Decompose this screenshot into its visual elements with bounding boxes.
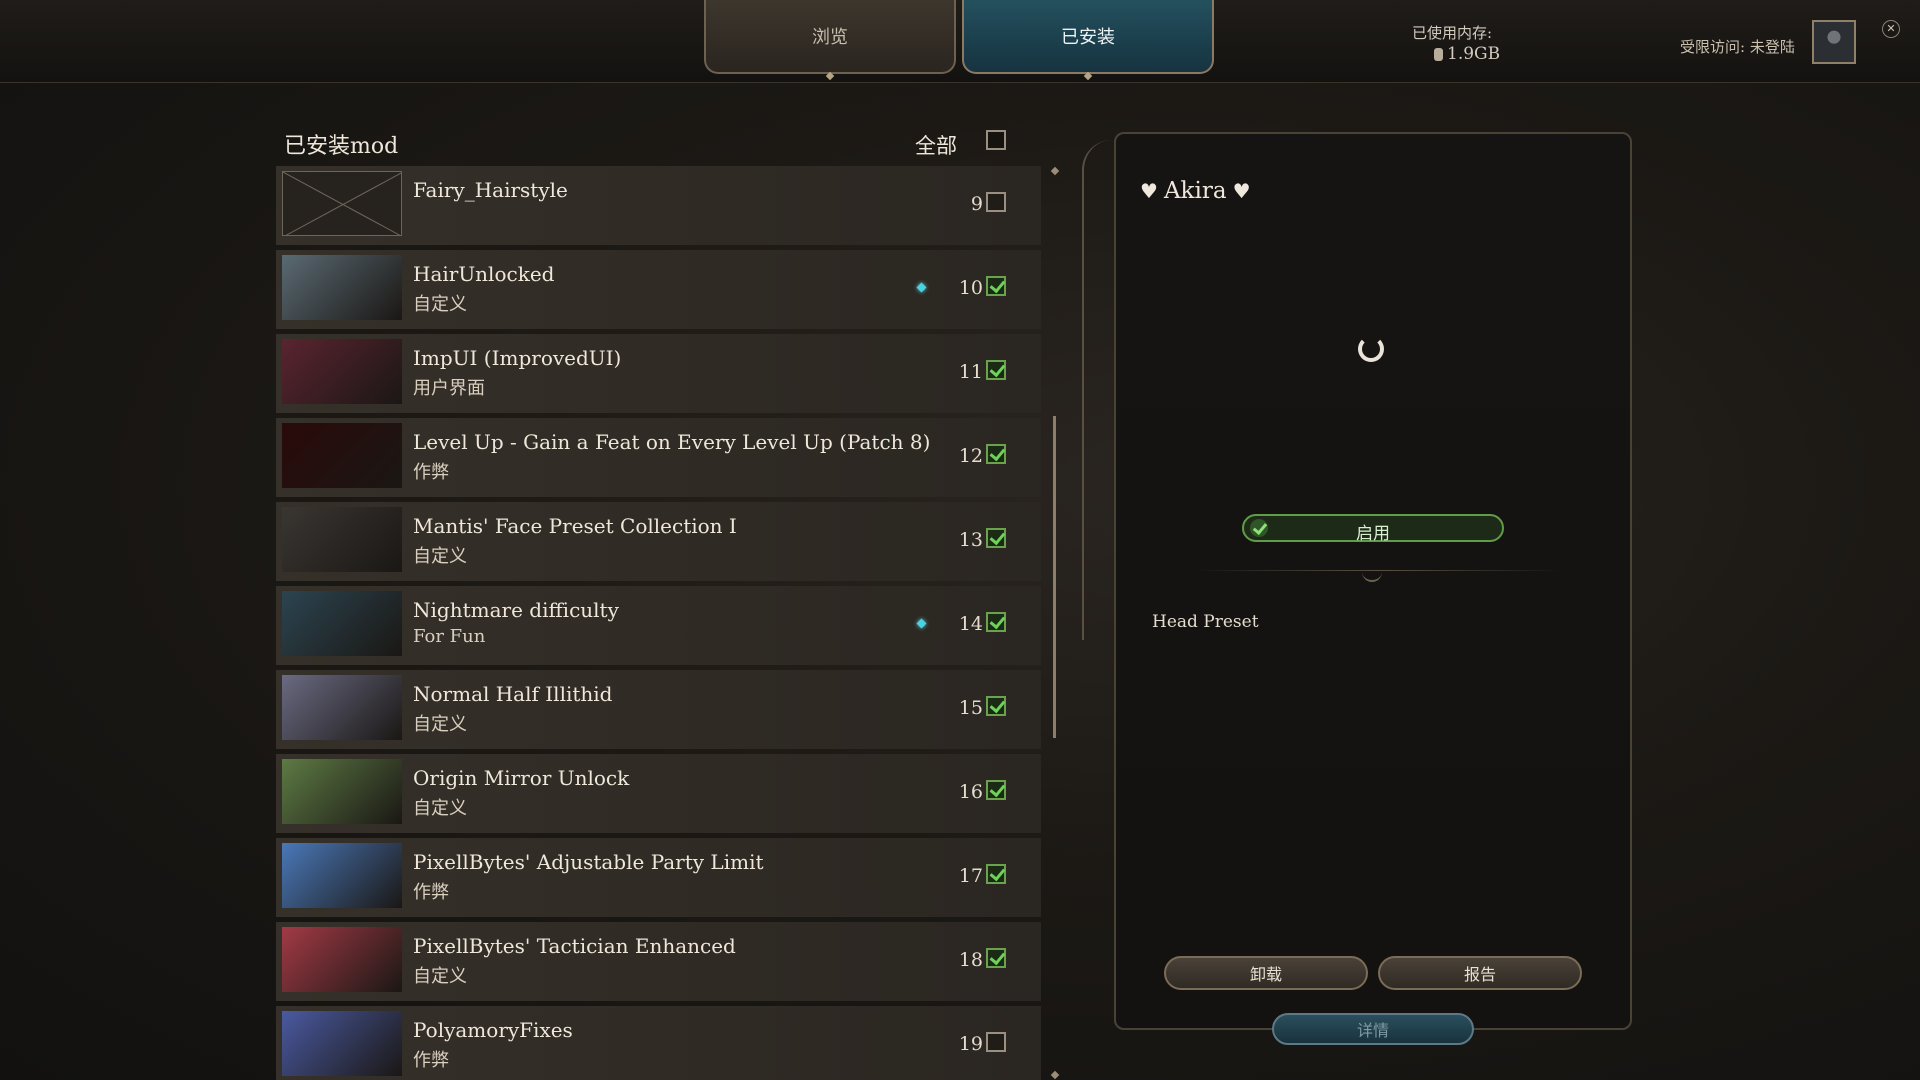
mod-category: 自定义 bbox=[413, 798, 467, 819]
list-item[interactable]: PixellBytes' Adjustable Party Limit 作弊 17 bbox=[276, 838, 1041, 917]
scroll-down-arrow[interactable] bbox=[1050, 1070, 1060, 1080]
load-order-number: 19 bbox=[958, 1033, 983, 1055]
storage-icon bbox=[1434, 47, 1443, 61]
list-item[interactable]: Level Up - Gain a Feat on Every Level Up… bbox=[276, 418, 1041, 497]
list-item[interactable]: ImpUI (ImprovedUI) 用户界面 11 bbox=[276, 334, 1041, 413]
mod-description: Head Preset bbox=[1152, 612, 1259, 632]
mod-category: 自定义 bbox=[413, 546, 467, 567]
avatar[interactable] bbox=[1812, 20, 1856, 64]
mod-category: 自定义 bbox=[413, 714, 467, 735]
mod-enable-checkbox[interactable] bbox=[986, 948, 1006, 968]
report-button[interactable]: 报告 bbox=[1378, 956, 1582, 990]
mod-title: ImpUI (ImprovedUI) bbox=[413, 346, 622, 370]
mod-title: Level Up - Gain a Feat on Every Level Up… bbox=[413, 430, 931, 454]
load-order-number: 10 bbox=[958, 277, 983, 299]
load-order-number: 14 bbox=[958, 613, 983, 635]
mod-enable-checkbox[interactable] bbox=[986, 696, 1006, 716]
mod-enable-checkbox[interactable] bbox=[986, 1032, 1006, 1052]
tab-browse[interactable]: 浏览 bbox=[704, 0, 956, 81]
list-item[interactable]: PolyamoryFixes 作弊 19 bbox=[276, 1006, 1041, 1080]
tab-browse-label: 浏览 bbox=[812, 27, 848, 48]
mod-category: 作弊 bbox=[413, 462, 449, 483]
list-item[interactable]: HairUnlocked 自定义 10 bbox=[276, 250, 1041, 329]
mod-enable-checkbox[interactable] bbox=[986, 276, 1006, 296]
mod-title: Nightmare difficulty bbox=[413, 598, 619, 622]
panel-ornament bbox=[1082, 140, 1114, 640]
mod-name-text: Akira bbox=[1163, 178, 1227, 204]
heart-icon: ♥ bbox=[1232, 179, 1251, 203]
scroll-up-arrow[interactable] bbox=[1050, 166, 1060, 176]
mod-thumbnail bbox=[282, 423, 402, 488]
enable-toggle[interactable]: 启用 bbox=[1242, 514, 1504, 544]
mod-enable-checkbox[interactable] bbox=[986, 780, 1006, 800]
select-all-label: 全部 bbox=[915, 134, 957, 158]
update-indicator-icon bbox=[916, 282, 927, 293]
mod-category: 用户界面 bbox=[413, 378, 485, 399]
list-item[interactable]: Fairy_Hairstyle 9 bbox=[276, 166, 1041, 245]
loading-spinner-icon bbox=[1358, 336, 1384, 362]
select-all-checkbox[interactable] bbox=[986, 130, 1006, 150]
memory-value-text: 1.9GB bbox=[1447, 44, 1501, 64]
list-item[interactable]: Normal Half Illithid 自定义 15 bbox=[276, 670, 1041, 749]
mod-thumbnail bbox=[282, 507, 402, 572]
mod-title: PixellBytes' Adjustable Party Limit bbox=[413, 850, 764, 874]
mod-thumbnail bbox=[282, 675, 402, 740]
mod-title: PolyamoryFixes bbox=[413, 1018, 573, 1042]
load-order-number: 17 bbox=[958, 865, 983, 887]
mod-category: 自定义 bbox=[413, 966, 467, 987]
load-order-number: 9 bbox=[970, 193, 983, 215]
list-item[interactable]: Mantis' Face Preset Collection I 自定义 13 bbox=[276, 502, 1041, 581]
mod-title: PixellBytes' Tactician Enhanced bbox=[413, 934, 736, 958]
mod-name: ♥ Akira ♥ bbox=[1140, 178, 1251, 204]
mod-enable-checkbox[interactable] bbox=[986, 360, 1006, 380]
load-order-number: 15 bbox=[958, 697, 983, 719]
mod-thumbnail bbox=[282, 591, 402, 656]
uninstall-button[interactable]: 卸载 bbox=[1164, 956, 1368, 990]
close-icon[interactable]: ✕ bbox=[1882, 20, 1900, 38]
mod-enable-checkbox[interactable] bbox=[986, 864, 1006, 884]
mod-title: HairUnlocked bbox=[413, 262, 555, 286]
tab-installed-label: 已安装 bbox=[1061, 27, 1115, 48]
mod-category: 作弊 bbox=[413, 1050, 449, 1071]
mod-thumbnail bbox=[282, 843, 402, 908]
update-indicator-icon bbox=[916, 618, 927, 629]
list-title: 已安装mod bbox=[284, 134, 399, 159]
list-item[interactable]: Nightmare difficulty For Fun 14 bbox=[276, 586, 1041, 665]
mod-title: Origin Mirror Unlock bbox=[413, 766, 630, 790]
access-status: 受限访问: 未登陆 bbox=[1680, 38, 1795, 56]
enable-label: 启用 bbox=[1356, 524, 1390, 544]
mod-title: Normal Half Illithid bbox=[413, 682, 613, 706]
tab-installed[interactable]: 已安装 bbox=[962, 0, 1214, 81]
mod-title: Fairy_Hairstyle bbox=[413, 178, 568, 202]
mod-thumbnail bbox=[282, 339, 402, 404]
mod-enable-checkbox[interactable] bbox=[986, 192, 1006, 212]
load-order-number: 11 bbox=[958, 361, 983, 383]
mod-category: 作弊 bbox=[413, 882, 449, 903]
mod-enable-checkbox[interactable] bbox=[986, 528, 1006, 548]
mod-title: Mantis' Face Preset Collection I bbox=[413, 514, 737, 538]
mod-thumbnail bbox=[282, 171, 402, 236]
load-order-number: 18 bbox=[958, 949, 983, 971]
mod-enable-checkbox[interactable] bbox=[986, 444, 1006, 464]
list-item[interactable]: Origin Mirror Unlock 自定义 16 bbox=[276, 754, 1041, 833]
top-bar bbox=[0, 0, 1920, 83]
list-item[interactable]: PixellBytes' Tactician Enhanced 自定义 18 bbox=[276, 922, 1041, 1001]
load-order-number: 12 bbox=[958, 445, 983, 467]
memory-label: 已使用内存: bbox=[1412, 24, 1493, 42]
mod-thumbnail bbox=[282, 1011, 402, 1076]
mod-thumbnail bbox=[282, 759, 402, 824]
mod-thumbnail bbox=[282, 255, 402, 320]
mod-thumbnail bbox=[282, 927, 402, 992]
scrollbar-thumb[interactable] bbox=[1053, 416, 1056, 738]
memory-value: 1.9GB bbox=[1434, 44, 1500, 64]
load-order-number: 16 bbox=[958, 781, 983, 803]
mod-category: For Fun bbox=[413, 626, 486, 647]
load-order-number: 13 bbox=[958, 529, 983, 551]
details-button[interactable]: 详情 bbox=[1272, 1013, 1474, 1045]
mod-enable-checkbox[interactable] bbox=[986, 612, 1006, 632]
heart-icon: ♥ bbox=[1140, 179, 1158, 203]
mod-category: 自定义 bbox=[413, 294, 467, 315]
mod-list: Fairy_Hairstyle 9 HairUnlocked 自定义 10 ImpUI (… bbox=[276, 166, 1041, 1080]
